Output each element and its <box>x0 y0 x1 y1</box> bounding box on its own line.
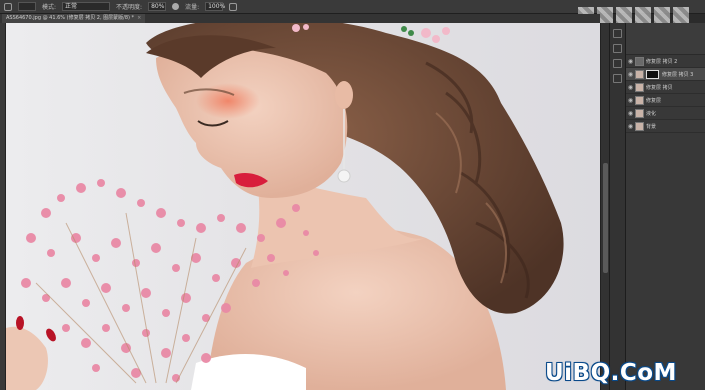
layer-list: ◉ 修复层 拷贝 2 ◉ 修复层 拷贝 3 ◉ 修复层 拷贝 ◉ 修复层 ◉ 液化 ◉ 背景 <box>626 55 705 133</box>
flow-label: 流量: <box>185 4 200 11</box>
properties-panel-icon[interactable] <box>613 59 622 68</box>
layers-panel-header <box>626 23 705 55</box>
layer-row[interactable]: ◉ 修复层 拷贝 3 <box>626 68 705 81</box>
eye-icon[interactable]: ◉ <box>626 123 635 130</box>
history-panel-icon[interactable] <box>613 29 622 38</box>
mode-label: 模式: <box>42 4 57 11</box>
layer-name: 修复层 拷贝 2 <box>646 58 678 65</box>
photoshop-window: 模式: 正常 不透明度: 80% 流量: 100% ASS64670.jpg @… <box>0 0 705 390</box>
brush-icon[interactable] <box>4 2 12 11</box>
close-tab-icon[interactable]: × <box>137 15 141 21</box>
airbrush-icon[interactable] <box>229 2 238 11</box>
brush-preset-picker[interactable] <box>18 2 36 11</box>
scrollbar-thumb[interactable] <box>603 163 608 273</box>
document-canvas[interactable] <box>6 23 600 390</box>
layer-name: 背景 <box>646 123 657 130</box>
layer-mask-thumbnail[interactable] <box>646 69 659 79</box>
panel-dock <box>609 23 625 390</box>
layer-name: 液化 <box>646 110 657 117</box>
layer-row[interactable]: ◉ 修复层 拷贝 2 <box>626 55 705 68</box>
document-tab[interactable]: ASS64670.jpg @ 41.6% (修复层 拷贝 2, 图层蒙版/8) … <box>2 14 146 23</box>
site-logo: UiBQ.CoM <box>545 360 677 386</box>
eye-icon[interactable]: ◉ <box>626 110 635 117</box>
mode-select[interactable]: 正常 <box>62 2 111 11</box>
eye-icon[interactable]: ◉ <box>626 71 635 78</box>
layer-name: 修复层 拷贝 <box>646 84 673 91</box>
opacity-label: 不透明度: <box>116 4 143 11</box>
flow-field[interactable]: 100% <box>205 2 225 11</box>
layer-name: 修复层 <box>646 97 662 104</box>
brush-panel-icon[interactable] <box>613 74 622 83</box>
layer-row[interactable]: ◉ 背景 <box>626 120 705 133</box>
layer-thumbnail <box>635 82 644 92</box>
layers-panel: ◉ 修复层 拷贝 2 ◉ 修复层 拷贝 3 ◉ 修复层 拷贝 ◉ 修复层 ◉ 液化 ◉ 背景 <box>625 23 705 390</box>
canvas-scrollbar[interactable] <box>600 23 609 390</box>
layer-thumbnail <box>635 56 644 66</box>
eye-icon[interactable]: ◉ <box>626 58 635 65</box>
layer-thumbnail <box>635 95 644 105</box>
layer-thumbnail <box>635 69 644 79</box>
photo-artwork <box>6 23 564 390</box>
eye-icon[interactable]: ◉ <box>626 97 635 104</box>
eye-icon[interactable]: ◉ <box>626 84 635 91</box>
opacity-field[interactable]: 80% <box>148 2 167 11</box>
layer-thumbnail <box>635 121 644 131</box>
adjustments-panel-icon[interactable] <box>613 44 622 53</box>
layer-name: 修复层 拷贝 3 <box>662 71 694 78</box>
document-tab-title: ASS64670.jpg @ 41.6% (修复层 拷贝 2, 图层蒙版/8) … <box>6 15 135 21</box>
layer-row[interactable]: ◉ 修复层 拷贝 <box>626 81 705 94</box>
layer-row[interactable]: ◉ 修复层 <box>626 94 705 107</box>
layer-thumbnail <box>635 108 644 118</box>
document-tab-bar: ASS64670.jpg @ 41.6% (修复层 拷贝 2, 图层蒙版/8) … <box>0 14 600 23</box>
pressure-icon[interactable] <box>172 3 180 10</box>
layer-row[interactable]: ◉ 液化 <box>626 107 705 120</box>
